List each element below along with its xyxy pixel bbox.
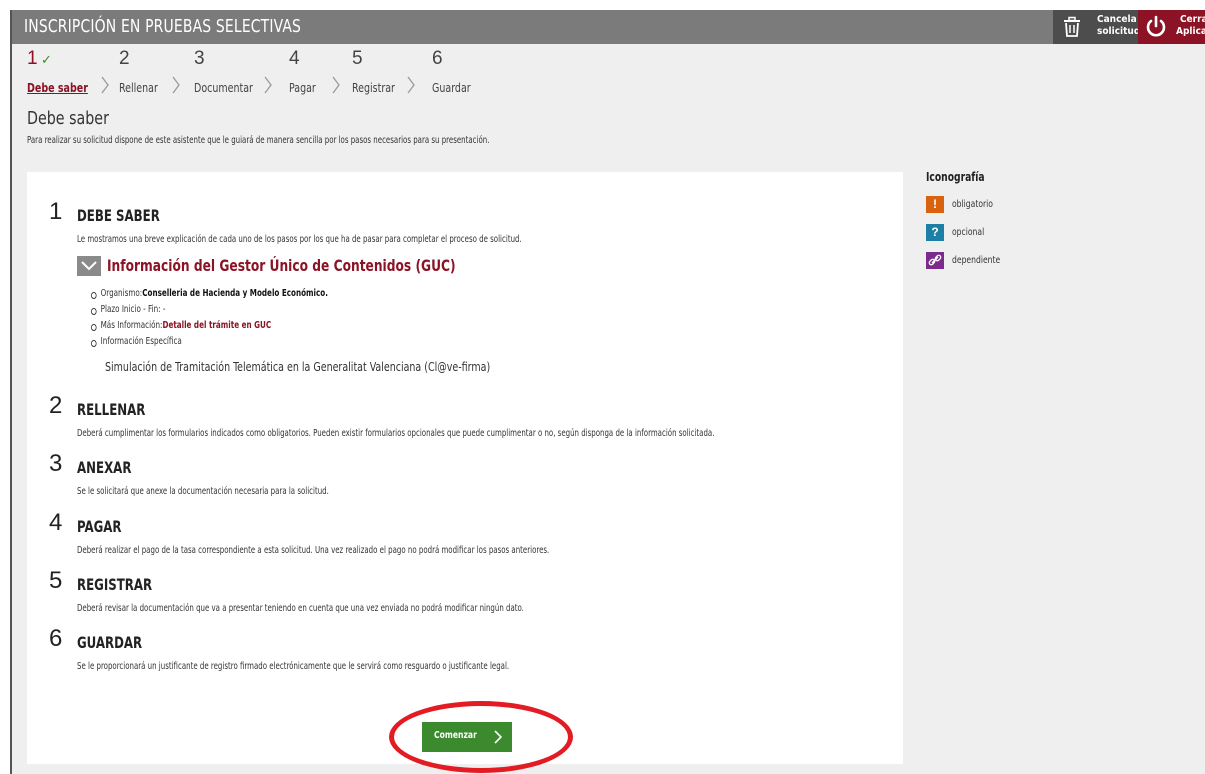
step-number: 3 xyxy=(194,48,205,69)
guc-title: Información del Gestor Único de Contenid… xyxy=(107,256,456,275)
legend-label: dependiente xyxy=(952,255,1001,266)
content-panel: 1 DEBE SABER Le mostramos una breve expl… xyxy=(27,172,903,773)
guc-extra-text: Simulación de Tramitación Telemática en … xyxy=(105,360,491,374)
step-label: Debe saber xyxy=(27,81,88,95)
step-label: Rellenar xyxy=(119,81,158,95)
section-description: Le mostramos una breve explicación de ca… xyxy=(77,234,522,245)
trash-icon xyxy=(1061,16,1083,43)
section-number: 6 xyxy=(49,625,63,652)
app-title: INSCRIPCIÓN EN PRUEBAS SELECTIVAS xyxy=(24,16,302,37)
link-icon xyxy=(926,252,944,269)
collapse-toggle-button[interactable] xyxy=(77,256,101,276)
step-number: 5 xyxy=(352,48,363,69)
step-label: Registrar xyxy=(352,81,395,95)
highlight-annotation xyxy=(389,701,573,773)
list-item: Plazo Inicio - Fin: - xyxy=(91,304,328,320)
list-item: Organismo:Conselleria de Hacienda y Mode… xyxy=(91,288,328,304)
step-label: Guardar xyxy=(432,81,471,95)
power-icon xyxy=(1144,15,1168,44)
section-description: Se le solicitará que anexe la documentac… xyxy=(77,486,329,497)
section-title: REGISTRAR xyxy=(77,575,153,594)
step-number: 2 xyxy=(119,48,130,69)
section-title: PAGAR xyxy=(77,517,122,536)
wizard-steps: 1 ✓ Debe saber 2 Rellenar 3 Documentar 4… xyxy=(12,48,612,108)
step-label: Pagar xyxy=(289,81,316,95)
step-number: 4 xyxy=(289,48,300,69)
close-application-button[interactable]: Cerrar Aplicación xyxy=(1138,10,1205,44)
cancel-request-button[interactable]: Cancela solicitud xyxy=(1053,10,1141,44)
chevron-down-icon xyxy=(77,261,101,280)
section-number: 1 xyxy=(49,198,63,225)
section-title: DEBE SABER xyxy=(77,206,160,225)
app-frame: INSCRIPCIÓN EN PRUEBAS SELECTIVAS Cancel… xyxy=(10,10,1205,774)
page-description: Para realizar su solicitud dispone de es… xyxy=(27,135,490,146)
section-number: 2 xyxy=(49,392,63,419)
guc-info-block: Información del Gestor Único de Contenid… xyxy=(77,256,877,386)
legend-label: obligatorio xyxy=(952,199,993,210)
section-description: Se le proporcionará un justificante de r… xyxy=(77,661,510,672)
section-description: Deberá realizar el pago de la tasa corre… xyxy=(77,545,550,556)
section-title: ANEXAR xyxy=(77,458,132,477)
step-number: 1 xyxy=(27,48,38,69)
guc-detail-link[interactable]: Detalle del trámite en GUC xyxy=(162,320,271,331)
section-title: GUARDAR xyxy=(77,633,143,652)
section-description: Deberá cumplimentar los formularios indi… xyxy=(77,428,715,439)
check-icon: ✓ xyxy=(41,52,52,67)
chevron-right-icon xyxy=(332,76,340,99)
legend-label: opcional xyxy=(952,227,985,238)
list-item: Más Información:Detalle del trámite en G… xyxy=(91,320,328,336)
chevron-right-icon xyxy=(407,76,415,99)
chevron-right-icon xyxy=(101,76,109,99)
section-title: RELLENAR xyxy=(77,400,146,419)
section-number: 4 xyxy=(49,509,63,536)
close-label: Cerrar Aplicación xyxy=(1176,14,1205,37)
top-bar: INSCRIPCIÓN EN PRUEBAS SELECTIVAS Cancel… xyxy=(12,10,1205,44)
section-number: 5 xyxy=(49,567,63,594)
exclamation-icon: ! xyxy=(926,196,944,213)
iconography-legend: Iconografía ! obligatorio ? opcional dep… xyxy=(926,170,1186,269)
legend-title: Iconografía xyxy=(926,170,985,184)
list-item: Información Específica xyxy=(91,336,328,352)
section-number: 3 xyxy=(49,450,63,477)
step-label: Documentar xyxy=(194,81,253,95)
guc-details-list: Organismo:Conselleria de Hacienda y Mode… xyxy=(91,288,387,352)
step-number: 6 xyxy=(432,48,443,69)
page-title: Debe saber xyxy=(27,108,109,129)
cancel-label: Cancela solicitud xyxy=(1097,14,1141,37)
chevron-right-icon xyxy=(172,76,180,99)
section-description: Deberá revisar la documentación que va a… xyxy=(77,603,524,614)
chevron-right-icon xyxy=(264,76,272,99)
question-icon: ? xyxy=(926,224,944,241)
